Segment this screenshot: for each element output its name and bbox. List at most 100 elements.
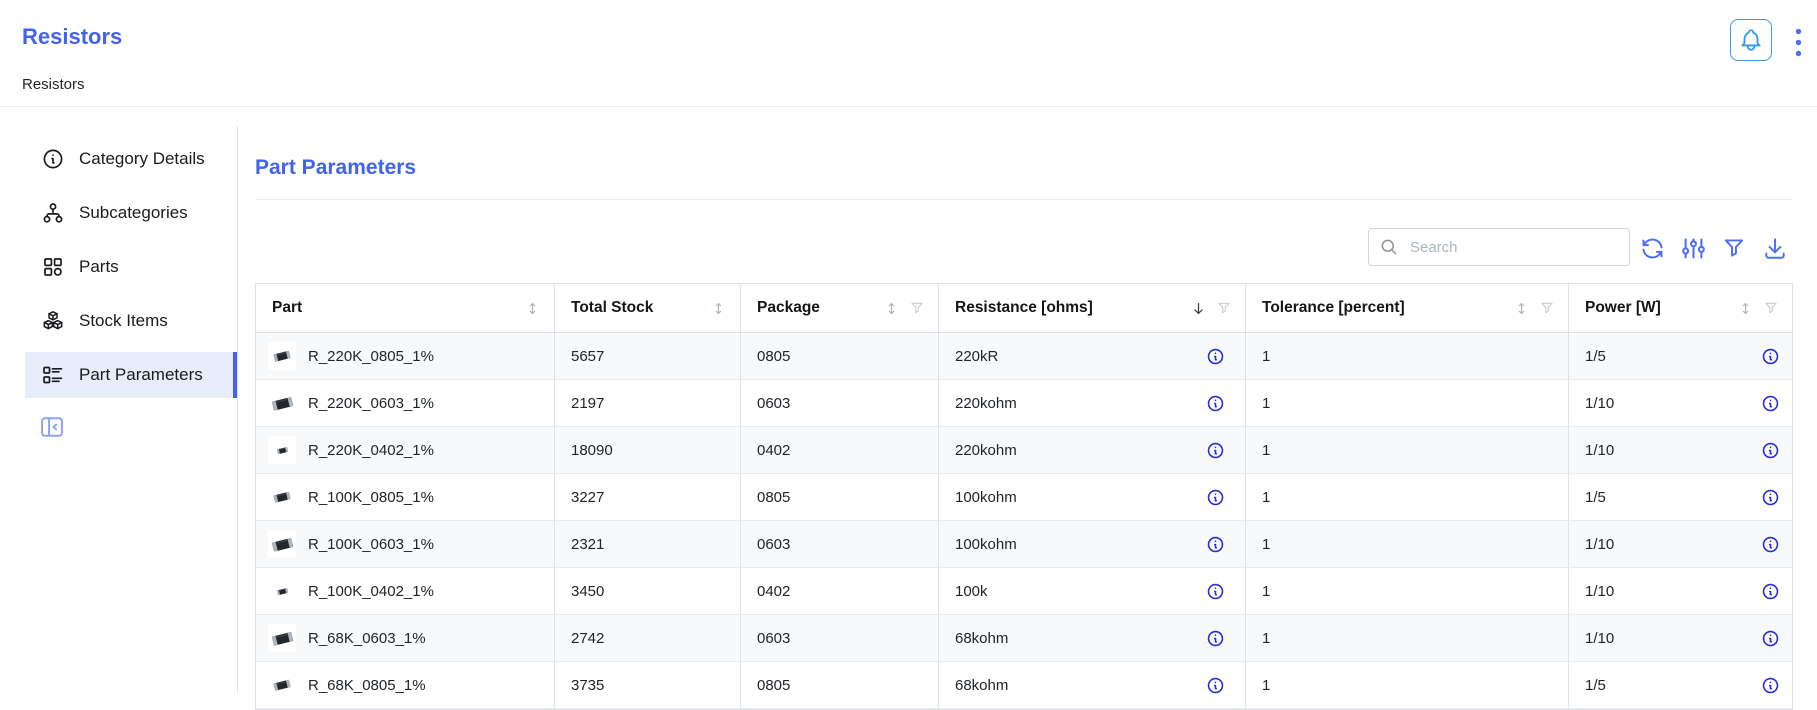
search-input[interactable] [1408,238,1619,257]
power-info-button[interactable] [1761,347,1780,366]
sort-updown-icon[interactable] [710,300,727,317]
package-cell: 0402 [741,568,939,614]
package-cell: 0402 [741,427,939,473]
sidebar-divider [237,126,238,693]
sort-updown-icon[interactable] [883,300,900,317]
filter-icon [1721,235,1747,261]
column-filter-icon[interactable] [1539,300,1555,316]
resistance-info-button[interactable] [1206,441,1225,460]
panel-divider [255,199,1793,200]
column-label: Total Stock [571,299,653,317]
column-filter-icon[interactable] [1763,300,1779,316]
sort-desc-icon[interactable] [1190,300,1207,317]
dots-vertical-icon [1793,27,1804,58]
sidebar-collapse-button[interactable] [37,413,67,443]
column-header-part[interactable]: Part [256,284,555,332]
part-cell[interactable]: R_220K_0603_1% [256,380,555,426]
part-cell[interactable]: R_220K_0805_1% [256,333,555,379]
resistance-info-button[interactable] [1206,582,1225,601]
info-icon [1761,488,1780,507]
table-row-r-100k-0805-1[interactable]: R_100K_0805_1%32270805100kohm11/5 [256,474,1792,521]
sidebar-item-label: Category Details [79,149,205,169]
power-info-button[interactable] [1761,488,1780,507]
resistance-value: 68kohm [955,630,1008,647]
part-cell[interactable]: R_100K_0603_1% [256,521,555,567]
column-header-resistance-ohms[interactable]: Resistance [ohms] [939,284,1246,332]
part-cell[interactable]: R_220K_0402_1% [256,427,555,473]
resistance-info-button[interactable] [1206,676,1225,695]
power-value: 1/10 [1585,630,1614,647]
package-cell: 0805 [741,333,939,379]
table-row-r-100k-0603-1[interactable]: R_100K_0603_1%23210603100kohm11/10 [256,521,1792,568]
resistance-info-button[interactable] [1206,535,1225,554]
table-row-r-68k-0603-1[interactable]: R_68K_0603_1%2742060368kohm11/10 [256,615,1792,662]
sidebar-item-part-parameters[interactable]: Part Parameters [25,352,237,398]
part-cell[interactable]: R_68K_0805_1% [256,662,555,708]
download-icon [1762,235,1788,261]
table-toolbar [1638,234,1789,262]
package-cell: 0805 [741,474,939,520]
sidebar-item-category-details[interactable]: Category Details [25,136,237,182]
resistance-cell: 100kohm [939,521,1246,567]
breadcrumb[interactable]: Resistors [22,76,85,93]
refresh-button[interactable] [1638,234,1666,262]
resistance-info-button[interactable] [1206,488,1225,507]
sort-updown-icon[interactable] [1737,300,1754,317]
sort-updown-icon[interactable] [1513,300,1530,317]
part-cell[interactable]: R_100K_0805_1% [256,474,555,520]
sidebar-item-label: Subcategories [79,203,188,223]
power-value: 1/5 [1585,677,1606,694]
resistance-info-button[interactable] [1206,347,1225,366]
power-info-button[interactable] [1761,535,1780,554]
list-details-icon [41,363,65,387]
resistance-info-button[interactable] [1206,394,1225,413]
resistance-cell: 68kohm [939,662,1246,708]
resistance-value: 100k [955,583,988,600]
power-info-button[interactable] [1761,394,1780,413]
info-icon [1761,629,1780,648]
table-row-r-220k-0805-1[interactable]: R_220K_0805_1%56570805220kR11/5 [256,333,1792,380]
power-info-button[interactable] [1761,676,1780,695]
column-header-package[interactable]: Package [741,284,939,332]
power-info-button[interactable] [1761,629,1780,648]
search-icon [1379,237,1400,258]
part-cell[interactable]: R_68K_0603_1% [256,615,555,661]
table-row-r-68k-0805-1[interactable]: R_68K_0805_1%3735080568kohm11/5 [256,662,1792,709]
sidebar-item-stock-items[interactable]: Stock Items [25,298,237,344]
column-filter-icon[interactable] [1216,300,1232,316]
column-filter-icon[interactable] [909,300,925,316]
sitemap-icon [41,201,65,225]
notifications-button[interactable] [1730,19,1772,61]
column-header-tolerance-percent[interactable]: Tolerance [percent] [1246,284,1569,332]
part-cell[interactable]: R_100K_0402_1% [256,568,555,614]
total-stock-cell: 2742 [555,615,741,661]
part-parameters-table: Part Total Stock PackageResistance [ohms]T… [255,283,1793,710]
adjustments-button[interactable] [1679,234,1707,262]
download-button[interactable] [1761,234,1789,262]
sidebar-item-parts[interactable]: Parts [25,244,237,290]
table-row-r-220k-0603-1[interactable]: R_220K_0603_1%21970603220kohm11/10 [256,380,1792,427]
table-row-r-220k-0402-1[interactable]: R_220K_0402_1%180900402220kohm11/10 [256,427,1792,474]
power-cell: 1/10 [1569,380,1792,426]
power-info-button[interactable] [1761,582,1780,601]
part-name: R_100K_0805_1% [308,489,434,506]
table-row-r-100k-0402-1[interactable]: R_100K_0402_1%34500402100k11/10 [256,568,1792,615]
sidebar-item-subcategories[interactable]: Subcategories [25,190,237,236]
info-icon [1206,488,1225,507]
resistance-info-button[interactable] [1206,629,1225,648]
filter-button[interactable] [1720,234,1748,262]
resistance-value: 220kR [955,348,998,365]
column-header-power-w[interactable]: Power [W] [1569,284,1792,332]
power-value: 1/10 [1585,536,1614,553]
power-info-button[interactable] [1761,441,1780,460]
sort-updown-icon[interactable] [524,300,541,317]
column-header-total-stock[interactable]: Total Stock [555,284,741,332]
total-stock-cell: 18090 [555,427,741,473]
table-search [1368,228,1630,266]
overflow-menu-button[interactable] [1789,24,1807,60]
table-header: Part Total Stock PackageResistance [ohms]T… [256,284,1792,333]
info-icon [1761,347,1780,366]
part-name: R_220K_0603_1% [308,395,434,412]
info-icon [1761,582,1780,601]
sidebar-item-label: Stock Items [79,311,168,331]
